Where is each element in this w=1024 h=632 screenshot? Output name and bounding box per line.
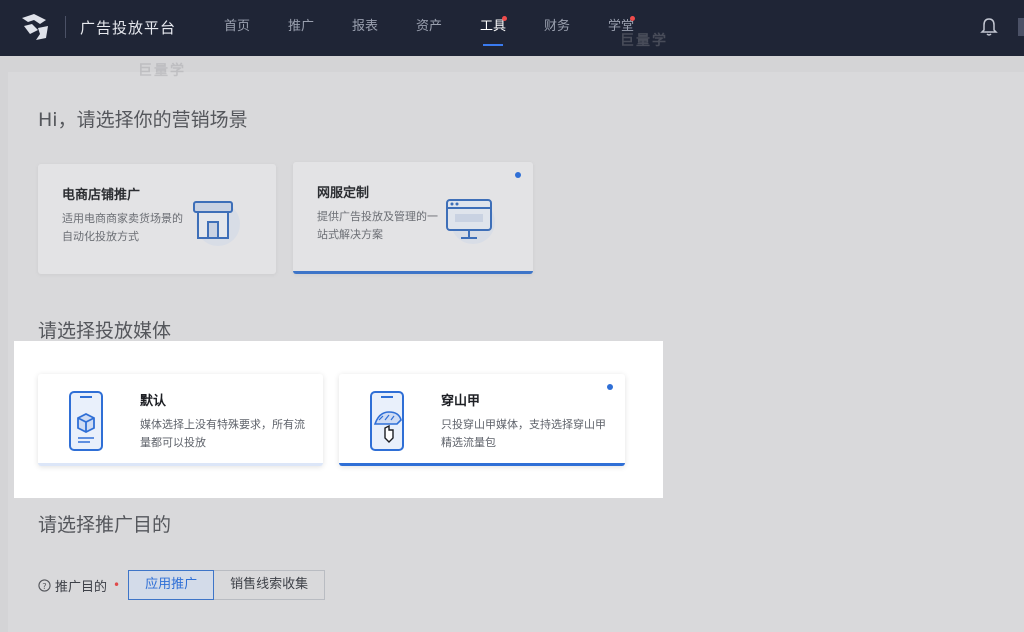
storefront-icon: [193, 201, 240, 246]
nav-tools-badge-dot: [502, 16, 507, 21]
required-mark: •: [113, 578, 121, 592]
media-card-default[interactable]: 默认 媒体选择上没有特殊要求，所有流量都可以投放: [38, 374, 323, 466]
notification-bell-icon[interactable]: [980, 17, 998, 37]
phone-pangolin-icon: [370, 391, 404, 451]
purpose-option-app-promotion[interactable]: 应用推广: [128, 570, 215, 600]
media-card-title: 默认: [140, 394, 167, 409]
selected-indicator-dot: [607, 384, 613, 390]
scene-card-desc: 提供广告投放及管理的一站式解决方案: [317, 210, 438, 241]
svg-text:?: ?: [42, 580, 46, 590]
platform-title: 广告投放平台: [80, 19, 177, 37]
watermark: 巨量学: [138, 63, 186, 79]
nav-tools[interactable]: 工具: [461, 0, 525, 56]
purpose-segmented-control: 应用推广 销售线索收集: [128, 570, 326, 600]
media-card-title: 穿山甲: [441, 394, 481, 409]
scene-card-ecommerce[interactable]: 电商店铺推广 适用电商商家卖货场景的自动化投放方式: [38, 164, 276, 274]
media-section-title: 请选择投放媒体: [38, 320, 172, 342]
help-circle-icon[interactable]: ?: [38, 578, 51, 592]
top-navigation-bar: 广告投放平台 首页 推广 报表 资产 工具 财务 学堂: [0, 0, 1024, 56]
media-card-desc: 只投穿山甲媒体，支持选择穿山甲精选流量包: [441, 418, 606, 449]
media-card-pangolin[interactable]: 穿山甲 只投穿山甲媒体，支持选择穿山甲精选流量包: [339, 374, 625, 466]
platform-logo-icon[interactable]: [18, 12, 52, 42]
nav-reports[interactable]: 报表: [333, 0, 397, 56]
selected-indicator-dot: [515, 172, 521, 178]
main-nav: 首页 推广 报表 资产 工具 财务 学堂: [205, 0, 653, 56]
nav-promotion[interactable]: 推广: [269, 0, 333, 56]
nav-finance[interactable]: 财务: [525, 0, 589, 56]
watermark: 巨量学: [620, 33, 668, 49]
nav-academy-badge-dot: [630, 16, 635, 21]
brand-divider: [65, 16, 66, 38]
nav-home[interactable]: 首页: [205, 0, 269, 56]
scene-card-desc: 适用电商商家卖货场景的自动化投放方式: [62, 212, 183, 243]
selected-underline: [293, 271, 533, 274]
scene-section-title: Hi，请选择你的营销场景: [38, 109, 248, 131]
purpose-label: 推广目的: [55, 579, 108, 595]
topbar-edge: [1018, 18, 1024, 36]
selected-underline: [339, 463, 625, 466]
phone-box-icon: [69, 391, 103, 451]
scene-card-web-service[interactable]: 网服定制 提供广告投放及管理的一站式解决方案: [293, 162, 533, 274]
card-underline: [38, 463, 323, 466]
nav-assets[interactable]: 资产: [397, 0, 461, 56]
scene-card-title: 电商店铺推广: [62, 188, 141, 203]
purpose-option-lead-collection[interactable]: 销售线索收集: [214, 570, 326, 600]
scene-card-title: 网服定制: [317, 186, 370, 201]
purpose-row: ? 推广目的 • 应用推广 销售线索收集: [38, 570, 326, 600]
monitor-icon: [446, 199, 495, 244]
purpose-section-title: 请选择推广目的: [38, 514, 172, 536]
media-card-desc: 媒体选择上没有特殊要求，所有流量都可以投放: [140, 418, 305, 449]
